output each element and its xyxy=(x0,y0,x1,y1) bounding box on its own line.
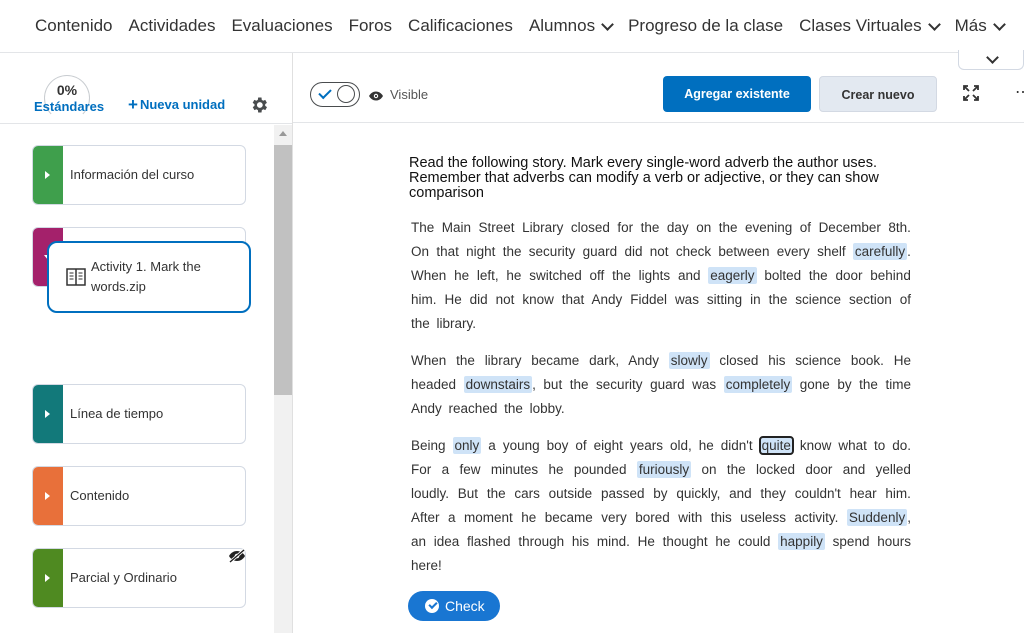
chevron-down-icon xyxy=(986,51,999,64)
nav-item-label: Clases Virtuales xyxy=(799,16,922,35)
nav-item-evaluaciones[interactable]: Evaluaciones xyxy=(231,16,332,36)
nav-item-actividades[interactable]: Actividades xyxy=(129,16,216,36)
adverb-word[interactable]: Suddenly xyxy=(846,509,908,526)
check-button[interactable]: Check xyxy=(408,591,500,621)
nav-item-label: Calificaciones xyxy=(408,16,513,35)
caret-right-icon[interactable] xyxy=(45,574,50,582)
adverb-word[interactable]: carefully xyxy=(852,243,908,260)
unit-color-bar xyxy=(33,385,63,443)
story-paragraph: When the library became dark, Andy slowl… xyxy=(411,352,911,416)
story-paragraph: Being only a young boy of eight years ol… xyxy=(411,436,911,573)
adverb-word[interactable]: happily xyxy=(778,533,825,550)
more-options-button[interactable]: ⋯ xyxy=(1015,82,1024,102)
gear-icon[interactable] xyxy=(249,95,269,115)
chevron-down-icon xyxy=(601,17,614,31)
activity-content: Read the following story. Mark every sin… xyxy=(306,123,1024,633)
nav-item-foros[interactable]: Foros xyxy=(349,16,392,36)
unit-card[interactable]: Línea de tiempo xyxy=(32,384,246,444)
nav-item-progreso-de-la-clase[interactable]: Progreso de la clase xyxy=(628,16,783,36)
visibility-toggle[interactable] xyxy=(310,82,360,107)
new-unit-button[interactable]: + Nueva unidad xyxy=(128,95,225,115)
unit-card[interactable]: Información del curso xyxy=(32,145,246,205)
adverb-word[interactable]: quite xyxy=(758,436,794,455)
nav-item-más[interactable]: Más xyxy=(954,16,1006,36)
unit-color-bar xyxy=(33,146,63,204)
eye-off-icon xyxy=(229,549,245,563)
course-navbar: Contenido Actividades Evaluaciones Foros Cal… xyxy=(0,0,1024,53)
unit-color-bar xyxy=(33,549,63,607)
adverb-word[interactable]: furiously xyxy=(636,461,692,478)
add-existing-button[interactable]: Agregar existente xyxy=(663,76,811,112)
instructions-text: Read the following story. Mark every sin… xyxy=(409,155,879,201)
caret-right-icon[interactable] xyxy=(45,410,50,418)
unit-card[interactable]: Contenido xyxy=(32,466,246,526)
nav-item-alumnos[interactable]: Alumnos xyxy=(528,16,614,36)
visible-label: Visible xyxy=(390,87,429,102)
unit-color-bar xyxy=(33,467,63,525)
nav-item-label: Actividades xyxy=(128,16,216,35)
content-toolbar: Visible Agregar existente Crear nuevo ⋯ xyxy=(293,53,1024,123)
standards-link[interactable]: Estándares xyxy=(34,99,104,114)
unit-label: Línea de tiempo xyxy=(70,406,164,421)
unit-label: Contenido xyxy=(70,488,130,503)
adverb-word[interactable]: slowly xyxy=(668,352,710,369)
activity-item[interactable]: Activity 1. Mark the words.zip xyxy=(47,241,251,313)
nav-item-label: Evaluaciones xyxy=(231,16,333,35)
adverb-word[interactable]: eagerly xyxy=(708,267,757,284)
adverb-word[interactable]: only xyxy=(452,437,482,454)
nav-item-label: Más xyxy=(954,16,987,35)
book-icon xyxy=(66,268,86,286)
create-new-button[interactable]: Crear nuevo xyxy=(819,76,937,112)
unit-label: Parcial y Ordinario xyxy=(70,570,177,585)
nav-item-label: Contenido xyxy=(35,16,113,35)
course-outline-panel: 0% Estándares + Nueva unidad xyxy=(0,53,293,633)
nav-item-contenido[interactable]: Contenido xyxy=(35,16,113,36)
nav-item-clases-virtuales[interactable]: Clases Virtuales xyxy=(799,16,941,36)
story-paragraph: The Main Street Library closed for the d… xyxy=(411,220,911,331)
nav-item-label: Progreso de la clase xyxy=(628,16,784,35)
toggle-knob xyxy=(337,85,355,103)
outline-header: 0% Estándares + Nueva unidad xyxy=(0,53,292,124)
scrollbar-thumb[interactable] xyxy=(274,145,292,395)
expand-icon[interactable] xyxy=(963,85,979,101)
new-unit-label: Nueva unidad xyxy=(139,97,226,112)
activity-label: Activity 1. Mark the words.zip xyxy=(91,259,201,294)
nav-items: Contenido Actividades Evaluaciones Foros Cal… xyxy=(27,16,1012,36)
progress-percent: 0% xyxy=(56,82,78,98)
chevron-down-icon xyxy=(927,17,941,31)
chevron-down-icon xyxy=(992,17,1006,31)
adverb-word[interactable]: completely xyxy=(723,376,793,393)
plus-icon: + xyxy=(128,95,138,114)
scroll-up-arrow[interactable] xyxy=(279,131,287,136)
check-icon xyxy=(318,85,332,100)
eye-icon xyxy=(369,91,383,101)
unit-card[interactable]: Parcial y Ordinario xyxy=(32,548,246,608)
nav-item-label: Foros xyxy=(348,16,393,35)
check-button-label: Check xyxy=(445,598,485,614)
nav-item-label: Alumnos xyxy=(528,16,596,35)
unit-label: Información del curso xyxy=(70,167,195,182)
nav-item-calificaciones[interactable]: Calificaciones xyxy=(408,16,513,36)
check-circle-icon xyxy=(425,599,439,613)
adverb-word[interactable]: downstairs xyxy=(463,376,533,393)
caret-right-icon[interactable] xyxy=(45,171,50,179)
caret-right-icon[interactable] xyxy=(45,492,50,500)
collapse-header-tab[interactable] xyxy=(958,50,1024,70)
